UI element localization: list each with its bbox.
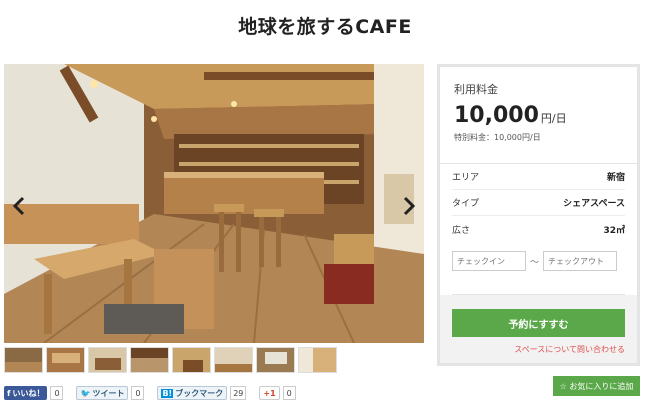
booking-panel: 利用料金 10,000 円/日 特別料金：10,000円/日 エリア 新宿 タイ… (437, 64, 640, 366)
cafe-interior-image (4, 64, 424, 343)
social-share-bar: f いいね！ 0 🐦 ツイート 0 B! ブックマーク 29 +1 0 (4, 386, 309, 400)
detail-label: タイプ (452, 199, 480, 209)
thumbnail[interactable] (130, 347, 169, 373)
checkout-input[interactable] (543, 251, 618, 271)
detail-value: 32㎡ (603, 225, 625, 236)
google-plus-count: 0 (282, 386, 296, 400)
thumbnail[interactable] (46, 347, 85, 373)
hatena-bookmark-count: 29 (230, 386, 247, 400)
facebook-icon: f (7, 388, 11, 398)
chevron-left-icon (12, 196, 25, 216)
detail-value: シェアスペース (563, 199, 625, 209)
hatena-bookmark-label: ブックマーク (175, 388, 224, 398)
date-separator: 〜 (530, 257, 540, 268)
reserve-button[interactable]: 予約にすすむ (452, 309, 625, 337)
thumbnail[interactable] (88, 347, 127, 373)
page-title: 地球を旅するCAFE (238, 16, 412, 38)
facebook-like-button[interactable]: f いいね！ (4, 386, 48, 400)
thumbnail-strip (4, 347, 337, 373)
add-favorite-button[interactable]: ☆ お気に入りに追加 (553, 376, 640, 396)
thumbnail[interactable] (172, 347, 211, 373)
detail-label: 広さ (452, 225, 471, 236)
detail-row-area: エリア 新宿 (452, 164, 625, 190)
thumbnail[interactable] (214, 347, 253, 373)
detail-value: 新宿 (606, 173, 625, 183)
gallery-prev-button[interactable] (8, 192, 30, 220)
thumbnail[interactable] (4, 347, 43, 373)
checkin-input[interactable] (452, 251, 526, 271)
date-range: 〜 (452, 251, 625, 271)
google-plus-button[interactable]: +1 (259, 386, 280, 400)
chevron-right-icon (403, 196, 416, 216)
price-unit: 円/日 (540, 112, 567, 125)
facebook-like-label: いいね！ (12, 388, 45, 398)
thumbnail[interactable] (256, 347, 295, 373)
gallery-next-button[interactable] (398, 192, 420, 220)
hatena-icon: B! (161, 388, 174, 398)
hatena-bookmark-button[interactable]: B! ブックマーク (157, 386, 228, 400)
price-label: 利用料金 (454, 83, 498, 96)
price-amount: 10,000 (454, 103, 539, 128)
detail-row-type: タイプ シェアスペース (452, 190, 625, 216)
tweet-button[interactable]: 🐦 ツイート (76, 386, 129, 400)
thumbnail[interactable] (298, 347, 337, 373)
price-section: 利用料金 10,000 円/日 特別料金：10,000円/日 (440, 67, 637, 164)
twitter-icon: 🐦 (80, 388, 91, 398)
facebook-like-count: 0 (50, 386, 64, 400)
tweet-count: 0 (131, 386, 145, 400)
google-plus-label: +1 (263, 388, 276, 398)
special-price: 特別料金：10,000円/日 (454, 133, 541, 142)
tweet-label: ツイート (92, 388, 125, 398)
detail-label: エリア (452, 173, 480, 183)
main-photo (4, 64, 424, 343)
detail-row-size: 広さ 32㎡ (452, 216, 625, 242)
inquiry-link[interactable]: スペースについて問い合わせる (514, 344, 625, 355)
reserve-section: 予約にすすむ スペースについて問い合わせる (440, 295, 637, 363)
